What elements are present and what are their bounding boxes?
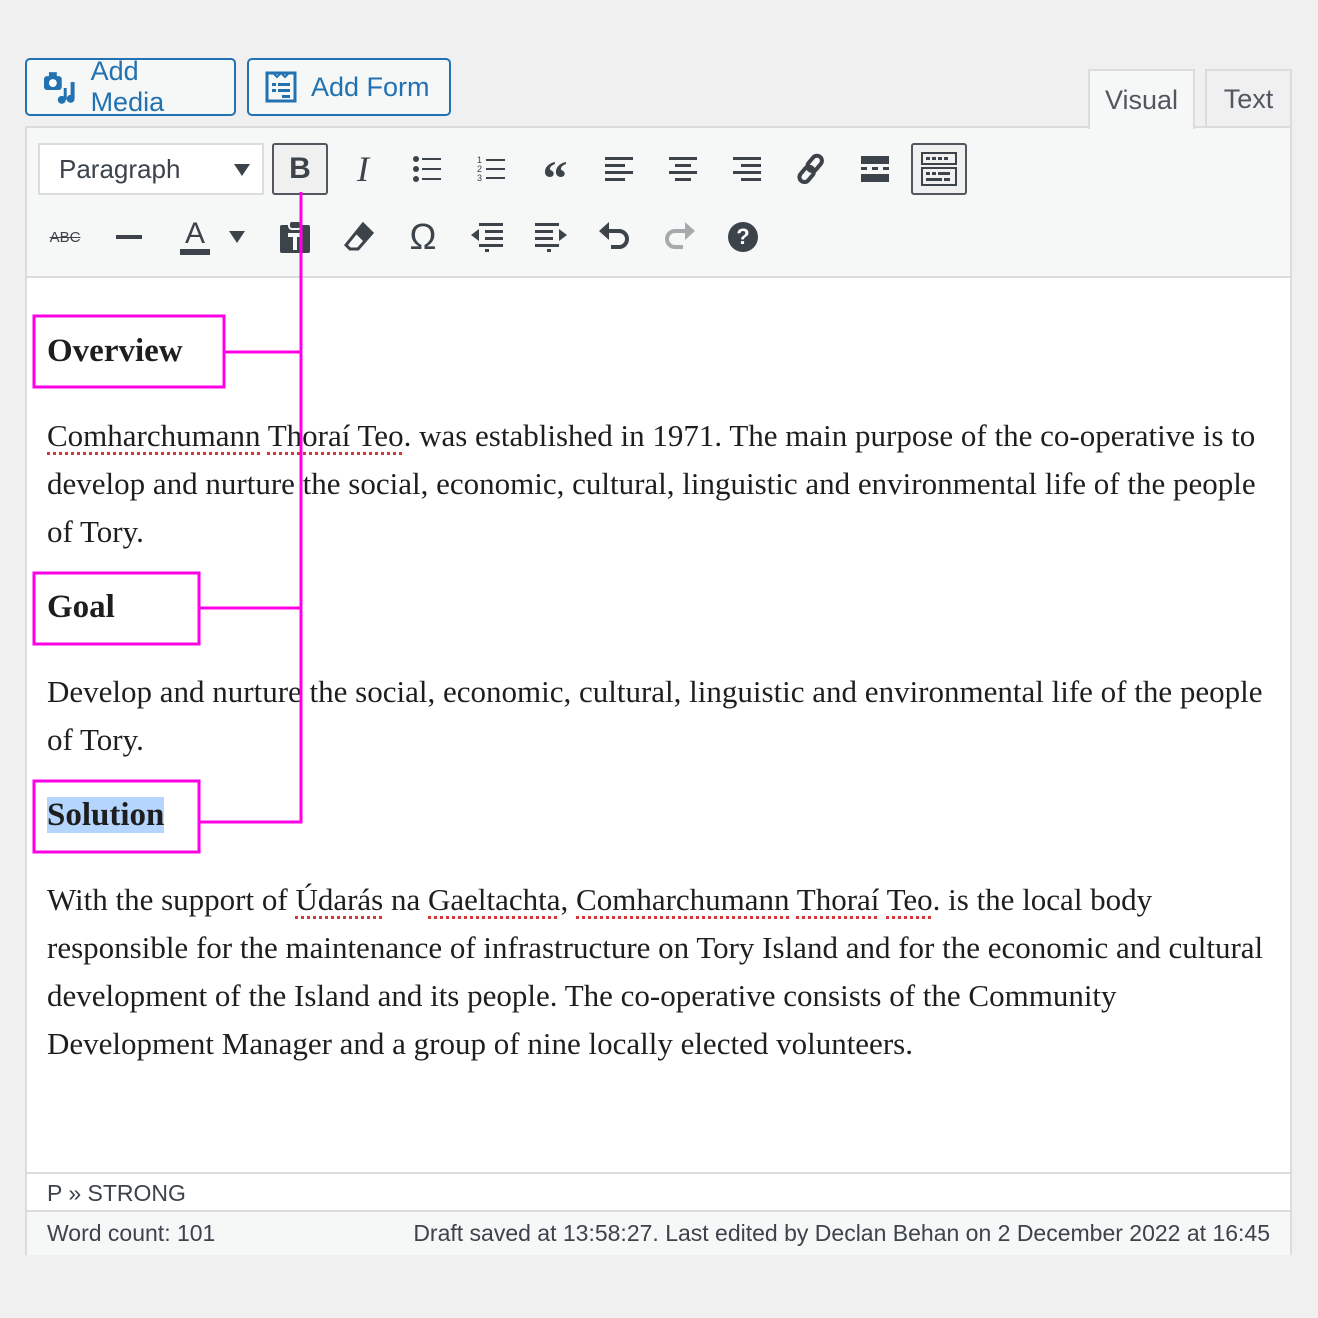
strikethrough-icon: ABC	[49, 228, 81, 246]
autosave-status: Draft saved at 13:58:27. Last edited by …	[413, 1220, 1270, 1246]
help-button[interactable]: ?	[715, 211, 771, 263]
bold-button[interactable]: B	[272, 143, 328, 195]
align-right-icon	[733, 157, 761, 181]
misspelled-word[interactable]: Thoraí Teo	[268, 418, 404, 453]
format-select[interactable]: Paragraph	[38, 143, 264, 195]
eraser-icon	[344, 222, 374, 251]
text: ,	[560, 882, 577, 917]
blockquote-button[interactable]: “	[527, 143, 583, 206]
tab-visual[interactable]: Visual	[1088, 69, 1195, 129]
text	[879, 882, 886, 917]
help-icon: ?	[728, 222, 758, 252]
redo-icon	[665, 222, 695, 249]
editor-toolbar: Paragraph B I 123 “ ABC A Ω ?	[27, 128, 1290, 278]
heading-solution: Solution	[47, 797, 165, 834]
heading-goal: Goal	[47, 589, 115, 625]
text-color-icon: A	[179, 219, 210, 255]
paste-as-text-button[interactable]	[267, 211, 323, 263]
text-color-button[interactable]: A	[165, 211, 225, 263]
tab-visual-label: Visual	[1104, 84, 1179, 115]
caret-down-icon	[229, 231, 245, 243]
italic-button[interactable]: I	[335, 143, 391, 195]
read-more-icon	[861, 156, 889, 182]
media-icon	[43, 72, 75, 104]
indent-button[interactable]	[523, 211, 579, 263]
redo-button[interactable]	[651, 211, 707, 263]
add-media-button[interactable]: Add Media	[25, 56, 236, 117]
svg-text:3: 3	[477, 173, 482, 183]
keyboard-icon	[921, 152, 957, 186]
toolbar-toggle-button[interactable]	[911, 143, 967, 195]
text	[790, 882, 797, 917]
link-button[interactable]	[783, 143, 839, 195]
numbered-list-button[interactable]: 123	[463, 143, 519, 195]
bold-icon: B	[289, 152, 311, 185]
bulleted-list-icon	[413, 156, 441, 182]
tab-text[interactable]: Text	[1205, 69, 1292, 127]
form-icon	[265, 71, 297, 103]
omega-icon: Ω	[409, 216, 437, 257]
paragraph-solution: With the support of Údarás na Gaeltachta…	[47, 876, 1277, 1068]
undo-button[interactable]	[587, 211, 643, 263]
text-color-dropdown[interactable]	[222, 211, 252, 263]
word-count: Word count: 101	[47, 1220, 216, 1246]
numbered-list-icon: 123	[477, 155, 505, 183]
align-left-icon	[605, 157, 633, 181]
status-bar: Word count: 101 Draft saved at 13:58:27.…	[27, 1210, 1290, 1255]
link-icon	[797, 153, 824, 185]
indent-icon	[535, 223, 567, 252]
align-center-button[interactable]	[655, 143, 711, 195]
misspelled-word[interactable]: Comharchumann	[47, 418, 261, 453]
misspelled-word[interactable]: Comharchumann	[576, 882, 790, 917]
read-more-button[interactable]	[847, 143, 903, 195]
paragraph-goal: Develop and nurture the social, economic…	[47, 674, 1263, 757]
caret-down-icon	[234, 164, 250, 176]
text	[261, 418, 268, 453]
tab-text-label: Text	[1223, 83, 1274, 114]
paragraph-overview: Comharchumann Thoraí Teo. was establishe…	[47, 412, 1277, 556]
align-left-button[interactable]	[591, 143, 647, 195]
misspelled-word[interactable]: Thoraí	[797, 882, 880, 917]
paste-text-icon	[280, 220, 310, 253]
element-path: P » STRONG	[27, 1172, 1290, 1210]
editor: Paragraph B I 123 “ ABC A Ω ? Overview C…	[25, 126, 1292, 1255]
horizontal-line-button[interactable]	[101, 211, 157, 263]
horizontal-line-icon	[116, 235, 142, 239]
italic-icon: I	[357, 149, 369, 189]
selected-text: Solution	[47, 797, 165, 833]
align-right-button[interactable]	[719, 143, 775, 195]
align-center-icon	[669, 157, 697, 181]
undo-icon	[599, 222, 629, 249]
text: na	[383, 882, 429, 917]
add-form-button[interactable]: Add Form	[247, 58, 451, 116]
add-form-label: Add Form	[311, 71, 430, 102]
special-character-button[interactable]: Ω	[395, 211, 451, 263]
format-select-value: Paragraph	[59, 153, 181, 184]
outdent-button[interactable]	[459, 211, 515, 263]
bulleted-list-button[interactable]	[399, 143, 455, 195]
clear-formatting-button[interactable]	[331, 211, 387, 263]
misspelled-word[interactable]: Gaeltachta	[428, 882, 561, 917]
add-media-label: Add Media	[90, 56, 165, 117]
misspelled-word[interactable]: Údarás	[295, 882, 383, 917]
text: With the support of	[47, 882, 296, 917]
blockquote-icon: “	[542, 150, 568, 206]
misspelled-word[interactable]: Teo	[887, 882, 933, 917]
strikethrough-button[interactable]: ABC	[37, 211, 93, 263]
editor-content[interactable]: Overview Comharchumann Thoraí Teo. was e…	[27, 278, 1290, 1172]
heading-overview: Overview	[47, 333, 183, 369]
outdent-icon	[471, 223, 503, 252]
